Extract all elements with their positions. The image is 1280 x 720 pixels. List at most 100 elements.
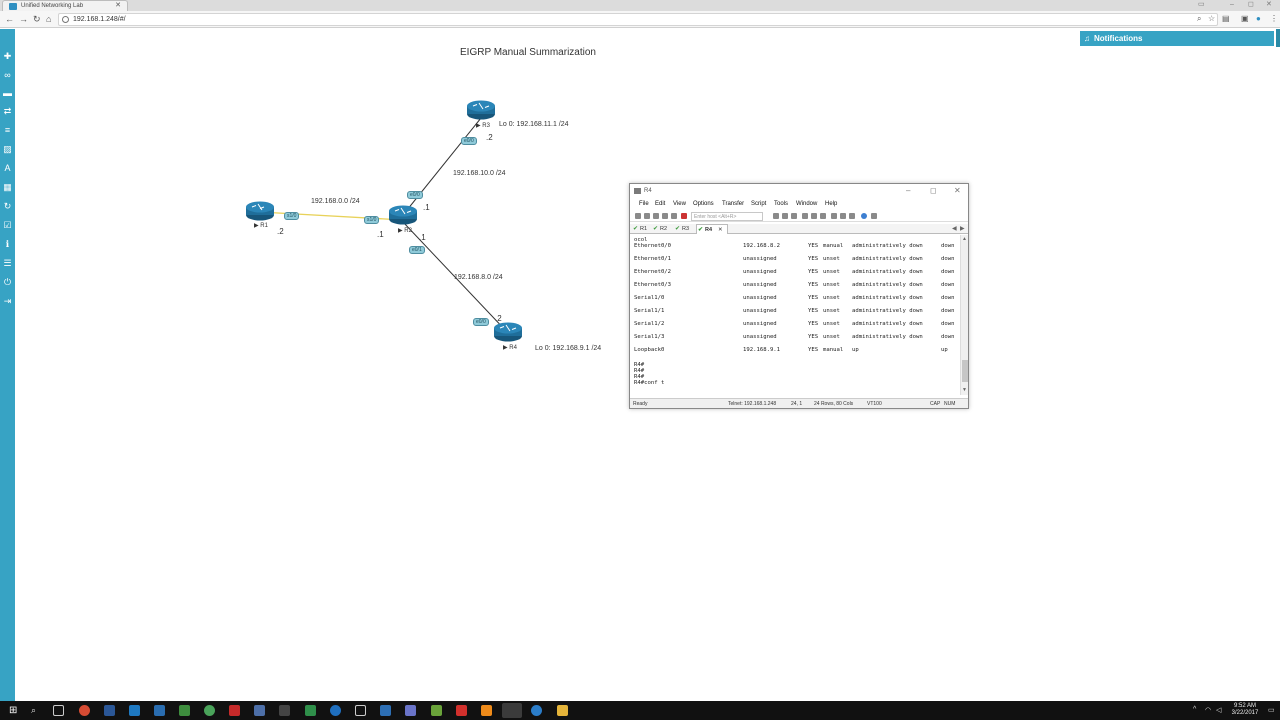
- check-icon: ✔: [633, 226, 639, 232]
- router-r4-icon[interactable]: [494, 322, 522, 342]
- menu-transfer[interactable]: Transfer: [722, 201, 744, 207]
- menu-options[interactable]: Options: [693, 201, 714, 207]
- menu-help[interactable]: Help: [825, 201, 837, 207]
- network-label-r1-r2: 192.168.0.0 /24: [311, 198, 360, 205]
- edge-icon[interactable]: [330, 705, 341, 716]
- settings-icon[interactable]: [811, 213, 817, 219]
- octet-r4-e0-0: .2: [495, 314, 502, 323]
- app-icon-15[interactable]: [431, 705, 442, 716]
- task-view-icon[interactable]: [53, 705, 64, 716]
- app-icon-6[interactable]: [204, 705, 215, 716]
- node-label-r2[interactable]: ▶ R2: [398, 227, 412, 234]
- session-tab-r1[interactable]: ✔ R1: [632, 224, 647, 234]
- terminal-scrollbar[interactable]: ▲ ▼: [960, 235, 968, 395]
- terminal-close-icon[interactable]: ✕: [954, 184, 961, 198]
- paste-icon[interactable]: [782, 213, 788, 219]
- clock-time: 9:52 AM: [1233, 703, 1256, 709]
- connect-icon[interactable]: [635, 213, 641, 219]
- scroll-down-icon[interactable]: ▼: [962, 387, 967, 393]
- status-ready: Ready: [633, 401, 648, 407]
- port-r4-e0-0[interactable]: e0/0: [473, 318, 489, 326]
- extra-icon[interactable]: [871, 213, 877, 219]
- scroll-thumb[interactable]: [962, 360, 968, 382]
- tab-scroll-right-icon[interactable]: ▶: [960, 224, 965, 234]
- check-icon: ✔: [653, 226, 659, 232]
- search-icon[interactable]: ⌕: [31, 705, 42, 716]
- filezilla-icon[interactable]: [229, 705, 240, 716]
- node-label-r3[interactable]: ▶ R3: [476, 122, 490, 129]
- network-label-r2-r3: 192.168.10.0 /24: [453, 170, 506, 177]
- quick-connect-icon[interactable]: [644, 213, 650, 219]
- session-tab-r4[interactable]: ✔ R4 ✕: [696, 224, 728, 234]
- terminal-titlebar[interactable]: R4 – ◻ ✕: [630, 184, 968, 198]
- acrobat-icon[interactable]: [456, 705, 467, 716]
- menu-file[interactable]: File: [639, 201, 649, 207]
- app-icon-3[interactable]: [129, 705, 140, 716]
- volume-icon[interactable]: ◁: [1216, 706, 1221, 714]
- port-r1-s1-0[interactable]: s1/0: [284, 212, 300, 220]
- app-icon-5[interactable]: [179, 705, 190, 716]
- chrome-icon[interactable]: [79, 705, 90, 716]
- disconnect-icon[interactable]: [671, 213, 677, 219]
- menu-view[interactable]: View: [673, 201, 686, 207]
- session-tab-close-icon[interactable]: ✕: [718, 227, 723, 233]
- action-center-icon[interactable]: ▭: [1268, 706, 1275, 714]
- app-icon-12[interactable]: [355, 705, 366, 716]
- keymap-icon[interactable]: [840, 213, 846, 219]
- key-icon[interactable]: [849, 213, 855, 219]
- router-r1-icon[interactable]: [246, 201, 274, 221]
- file-explorer-icon[interactable]: [557, 705, 568, 716]
- host-input[interactable]: [691, 212, 763, 221]
- port-r2-e0-0[interactable]: e0/0: [407, 191, 423, 199]
- connect-tab-icon[interactable]: [653, 213, 659, 219]
- session-tab-r2[interactable]: ✔ R2: [652, 224, 667, 234]
- menu-edit[interactable]: Edit: [655, 201, 665, 207]
- system-clock[interactable]: 9:52 AM 3/22/2017: [1225, 703, 1265, 717]
- node-label-r1[interactable]: ▶ R1: [254, 222, 268, 229]
- app-icon-8[interactable]: [254, 705, 265, 716]
- terminal-window[interactable]: R4 – ◻ ✕ File Edit View Options Transfer…: [629, 183, 969, 409]
- port-r3-e0-0[interactable]: e0/0: [461, 137, 477, 145]
- app-icon-14[interactable]: [405, 705, 416, 716]
- reconnect-icon[interactable]: [662, 213, 668, 219]
- active-securecrt-taskbar-item[interactable]: [502, 703, 522, 718]
- options-icon[interactable]: [820, 213, 826, 219]
- octet-r2-e0-1: .1: [419, 233, 426, 242]
- app-icon-4[interactable]: [154, 705, 165, 716]
- tray-chevron-icon[interactable]: ^: [1193, 706, 1196, 713]
- find-icon[interactable]: [791, 213, 797, 219]
- terminal-minimize-icon[interactable]: –: [906, 184, 910, 198]
- app-icon-10[interactable]: [305, 705, 316, 716]
- link-r2-r3-ethernet[interactable]: [402, 117, 482, 216]
- terminal-output[interactable]: ocol Ethernet0/0 192.168.8.2 YES manual admi…: [630, 235, 960, 395]
- network-icon[interactable]: ◠: [1205, 706, 1211, 714]
- help-icon[interactable]: [861, 213, 867, 219]
- copy-icon[interactable]: [773, 213, 779, 219]
- port-r2-s1-0[interactable]: s1/0: [364, 216, 380, 224]
- menu-tools[interactable]: Tools: [774, 201, 788, 207]
- scroll-up-icon[interactable]: ▲: [962, 236, 967, 242]
- menu-script[interactable]: Script: [751, 201, 766, 207]
- status-caps: CAP: [930, 401, 941, 407]
- router-r3-icon[interactable]: [467, 100, 495, 120]
- router-r2-icon[interactable]: [389, 205, 417, 225]
- port-r2-e0-1[interactable]: e0/1: [409, 246, 425, 254]
- sftp-icon[interactable]: [831, 213, 837, 219]
- app-icon-13[interactable]: [380, 705, 391, 716]
- link-r1-r2-serial[interactable]: [259, 211, 404, 221]
- terminal-command-line: R4#conf t: [634, 380, 665, 386]
- word-icon[interactable]: [104, 705, 115, 716]
- terminal-maximize-icon[interactable]: ◻: [930, 184, 937, 198]
- loopback-label-r3: Lo 0: 192.168.11.1 /24: [499, 121, 569, 128]
- app-icon-9[interactable]: [279, 705, 290, 716]
- session-tab-r3[interactable]: ✔ R3: [674, 224, 689, 234]
- vlc-icon[interactable]: [481, 705, 492, 716]
- start-windows-icon[interactable]: ⊞: [9, 705, 20, 716]
- status-num: NUM: [944, 401, 956, 407]
- menu-window[interactable]: Window: [796, 201, 817, 207]
- close-session-icon[interactable]: [681, 213, 687, 219]
- app-icon-19[interactable]: [531, 705, 542, 716]
- node-label-r4[interactable]: ▶ R4: [503, 344, 517, 351]
- tab-scroll-left-icon[interactable]: ◀: [952, 224, 957, 234]
- print-icon[interactable]: [802, 213, 808, 219]
